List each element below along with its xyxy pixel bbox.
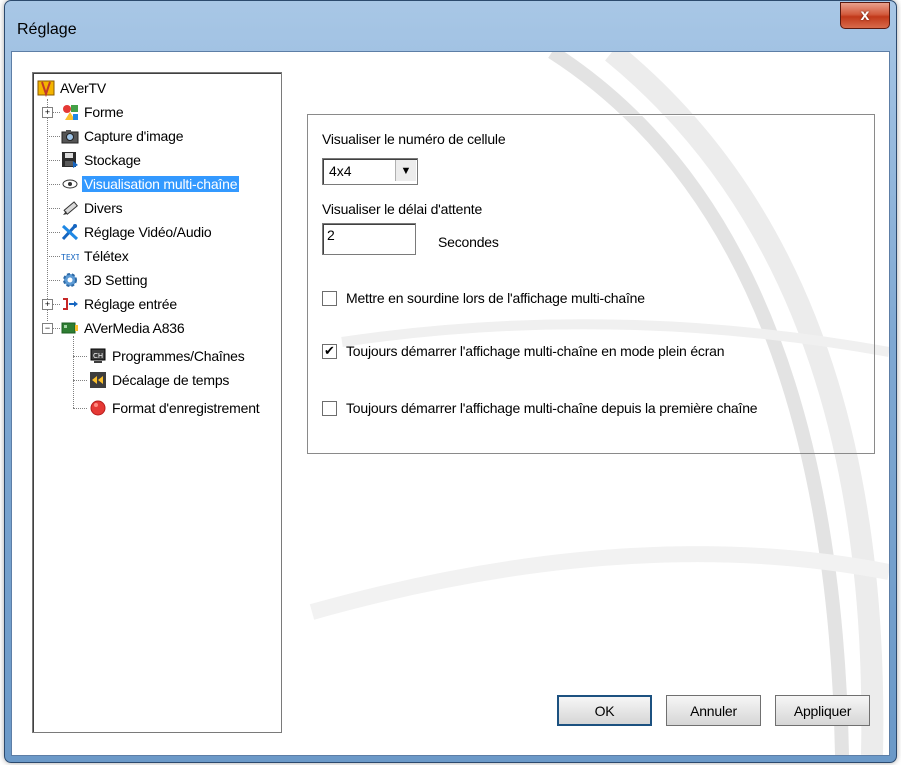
device-icon bbox=[61, 319, 79, 337]
gear-icon bbox=[61, 271, 79, 289]
expander-avermedia[interactable]: − bbox=[42, 323, 53, 334]
cell-number-value: 4x4 bbox=[329, 163, 352, 179]
tree-item-forme[interactable]: Forme bbox=[61, 100, 125, 124]
tree-item-stockage[interactable]: Stockage bbox=[61, 148, 143, 172]
tree-item-label: Capture d'image bbox=[84, 128, 184, 144]
mute-checkbox[interactable] bbox=[322, 291, 337, 306]
text-icon: TEXT bbox=[61, 247, 79, 265]
avertv-icon bbox=[37, 79, 55, 97]
tree-item-label: Stockage bbox=[84, 152, 141, 168]
chevron-down-icon[interactable]: ▼ bbox=[395, 160, 416, 181]
tree-item-teletex[interactable]: TEXT Télétex bbox=[61, 244, 131, 268]
tree-item-visualisation[interactable]: Visualisation multi-chaîne bbox=[61, 172, 240, 196]
tree-item-label: AVerTV bbox=[60, 80, 107, 96]
cell-number-select[interactable]: 4x4 ▼ bbox=[322, 158, 418, 185]
delay-label: Visualiser le délai d'attente bbox=[322, 201, 483, 217]
window-title: Réglage bbox=[17, 21, 77, 38]
tree-item-label: Programmes/Chaînes bbox=[112, 348, 245, 364]
floppy-disk-icon bbox=[61, 151, 79, 169]
fullscreen-checkbox[interactable]: ✔ bbox=[322, 344, 337, 359]
svg-text:TEXT: TEXT bbox=[61, 253, 79, 262]
expander-forme[interactable]: + bbox=[42, 107, 53, 118]
tree-item-label: Format d'enregistrement bbox=[112, 400, 260, 416]
camera-icon bbox=[61, 127, 79, 145]
dialog-client: + + − AVerTV Forme Capture d'image Stock… bbox=[11, 51, 890, 756]
pen-icon bbox=[61, 199, 79, 217]
first-channel-checkbox[interactable] bbox=[322, 401, 337, 416]
svg-text:CH: CH bbox=[93, 352, 103, 360]
timeshift-icon bbox=[89, 371, 107, 389]
settings-window: Réglage x + + − AVerTV Forme Capture d'i… bbox=[4, 0, 897, 763]
expander-reglage-entree[interactable]: + bbox=[42, 299, 53, 310]
delay-unit-label: Secondes bbox=[438, 234, 499, 250]
tree-item-label: Forme bbox=[84, 104, 124, 120]
channel-list-icon: CH bbox=[89, 347, 107, 365]
tree-item-format[interactable]: Format d'enregistrement bbox=[89, 396, 261, 420]
tree-item-divers[interactable]: Divers bbox=[61, 196, 124, 220]
delay-input[interactable]: 2 bbox=[322, 223, 416, 255]
title-bar[interactable]: Réglage x bbox=[5, 1, 896, 53]
close-icon: x bbox=[860, 6, 870, 24]
tools-icon bbox=[61, 223, 79, 241]
cancel-button[interactable]: Annuler bbox=[666, 695, 761, 726]
tree-item-avermedia[interactable]: AVerMedia A836 bbox=[61, 316, 186, 340]
tree-item-decalage[interactable]: Décalage de temps bbox=[89, 368, 231, 392]
tree-item-avertv[interactable]: AVerTV bbox=[37, 76, 108, 100]
tree-item-reglage-video[interactable]: Réglage Vidéo/Audio bbox=[61, 220, 214, 244]
tree-item-label-selected: Visualisation multi-chaîne bbox=[82, 176, 240, 192]
apply-button[interactable]: Appliquer bbox=[775, 695, 870, 726]
fullscreen-option-label: Toujours démarrer l'affichage multi-chaî… bbox=[346, 343, 725, 359]
tree-item-label: Divers bbox=[84, 200, 123, 216]
close-button[interactable]: x bbox=[840, 2, 890, 29]
record-icon bbox=[89, 399, 107, 417]
eye-icon bbox=[61, 175, 79, 193]
tree-item-capture[interactable]: Capture d'image bbox=[61, 124, 185, 148]
tree-item-programmes[interactable]: CH Programmes/Chaînes bbox=[89, 344, 247, 368]
shapes-icon bbox=[61, 103, 79, 121]
mute-option-label: Mettre en sourdine lors de l'affichage m… bbox=[346, 290, 645, 306]
tree-item-label: Télétex bbox=[84, 248, 129, 264]
ok-button[interactable]: OK bbox=[557, 695, 652, 726]
tree-item-3d-setting[interactable]: 3D Setting bbox=[61, 268, 149, 292]
input-icon bbox=[61, 295, 79, 313]
tree-item-label: AVerMedia A836 bbox=[84, 320, 185, 336]
settings-tree[interactable]: + + − AVerTV Forme Capture d'image Stock… bbox=[32, 72, 282, 733]
cell-number-label: Visualiser le numéro de cellule bbox=[322, 131, 506, 147]
tree-item-label: Décalage de temps bbox=[112, 372, 230, 388]
tree-item-label: Réglage Vidéo/Audio bbox=[84, 224, 212, 240]
first-channel-option-label: Toujours démarrer l'affichage multi-chaî… bbox=[346, 400, 758, 416]
multichannel-settings-group: Visualiser le numéro de cellule 4x4 ▼ Vi… bbox=[307, 114, 875, 454]
tree-item-reglage-entree[interactable]: Réglage entrée bbox=[61, 292, 179, 316]
tree-item-label: 3D Setting bbox=[84, 272, 148, 288]
tree-item-label: Réglage entrée bbox=[84, 296, 177, 312]
